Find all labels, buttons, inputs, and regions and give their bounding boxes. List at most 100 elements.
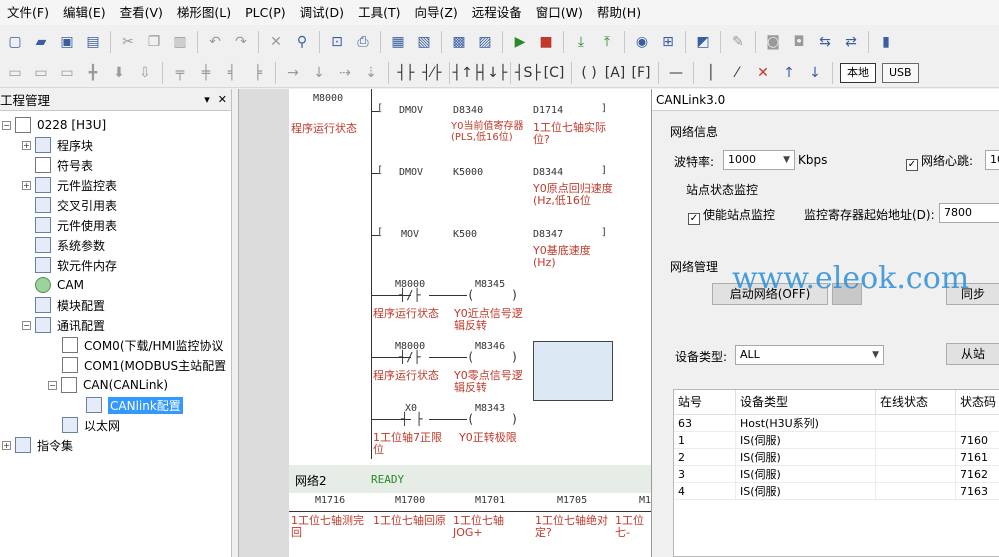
delete-line-icon[interactable]: ✕ (751, 61, 775, 85)
branch-2-icon[interactable]: ╪ (194, 61, 218, 85)
down-arrow-icon[interactable]: ↓ (803, 61, 827, 85)
selection-box[interactable] (533, 341, 613, 401)
operand[interactable]: D8344 (533, 167, 563, 178)
monitor-address-input[interactable]: 7800 (939, 203, 999, 223)
nc-contact-icon[interactable]: ┤⁄├ (420, 61, 444, 85)
pin-icon[interactable]: ▾ (204, 93, 210, 106)
menu-view[interactable]: 查看(V) (113, 0, 170, 25)
branch-3-icon[interactable]: ╡ (220, 61, 244, 85)
table-row[interactable]: 63 Host(H3U系列) (674, 415, 999, 432)
coil-address[interactable]: M8343 (475, 403, 505, 414)
column-header-online[interactable]: 在线状态 (876, 390, 956, 415)
set-contact-icon[interactable]: ┤S├ (515, 61, 541, 85)
coil-icon[interactable]: ) (511, 288, 518, 302)
cut-icon[interactable]: ✂ (116, 30, 140, 54)
slave-button[interactable]: 从站 (946, 343, 999, 365)
operand[interactable]: D8347 (533, 229, 563, 240)
vline-draw-icon[interactable]: │ (699, 61, 723, 85)
instruction-opcode[interactable]: DMOV (399, 105, 423, 116)
menu-remote[interactable]: 远程设备 (465, 0, 529, 25)
instruction-opcode[interactable]: MOV (401, 229, 419, 240)
compile-icon[interactable]: ▩ (447, 30, 471, 54)
table-row[interactable]: 2 IS(伺服) 7161 (674, 449, 999, 466)
no-contact-icon[interactable]: ┤├ (394, 61, 418, 85)
contact-address[interactable]: M1700 (395, 495, 425, 506)
collapse-icon[interactable]: − (2, 120, 11, 130)
hline-icon[interactable]: → (281, 61, 305, 85)
coil-icon[interactable]: ( (467, 350, 474, 364)
checkbox-icon[interactable]: ✓ (906, 159, 918, 171)
coil-icon[interactable]: ) (511, 350, 518, 364)
usb-button[interactable]: USB (882, 62, 919, 83)
delete-icon[interactable]: ✕ (264, 30, 288, 54)
symbol-icon[interactable]: ▭ (55, 61, 79, 85)
local-button[interactable]: 本地 (840, 62, 876, 83)
camera-settings-icon[interactable]: ◘ (787, 30, 811, 54)
menu-file[interactable]: 文件(F) (0, 0, 56, 25)
column-header-device-type[interactable]: 设备类型 (736, 390, 876, 415)
arrow-down-icon[interactable]: ⬇ (107, 61, 131, 85)
contact-address[interactable]: M1716 (315, 495, 345, 506)
invert-icon[interactable]: ⁄ (725, 61, 749, 85)
tree-item-cam[interactable]: CAM (35, 275, 84, 295)
insert-row-icon[interactable]: ╋ (81, 61, 105, 85)
menu-debug[interactable]: 调试(D) (293, 0, 351, 25)
edit-monitor-icon[interactable]: ◩ (691, 30, 715, 54)
hline-draw-icon[interactable]: — (664, 61, 688, 85)
instruction-opcode[interactable]: DMOV (399, 167, 423, 178)
vline-del-icon[interactable]: ⇣ (359, 61, 383, 85)
tree-item-program-blocks[interactable]: + 程序块 (22, 135, 93, 155)
column-header-station[interactable]: 站号 (674, 390, 736, 415)
vline-icon[interactable]: ↓ (307, 61, 331, 85)
collapse-icon[interactable]: − (22, 320, 31, 330)
rising-contact-icon[interactable]: ┤↑├ (453, 61, 482, 85)
arrow-down-outline-icon[interactable]: ⇩ (133, 61, 157, 85)
transfer-out-icon[interactable]: ⇄ (839, 30, 863, 54)
open-folder-icon[interactable]: ▰ (29, 30, 53, 54)
tree-item-element-usage[interactable]: 元件使用表 (35, 215, 117, 235)
operand[interactable]: D8340 (453, 105, 483, 116)
heartbeat-input[interactable]: 10 (985, 150, 999, 170)
apply-instruction-icon[interactable]: [A] (603, 61, 627, 85)
column-header-status-code[interactable]: 状态码 (956, 390, 999, 415)
paste-icon[interactable]: ▥ (168, 30, 192, 54)
undo-icon[interactable]: ↶ (203, 30, 227, 54)
tree-item-system-params[interactable]: 系统参数 (35, 235, 105, 255)
menu-window[interactable]: 窗口(W) (529, 0, 590, 25)
new-file-icon[interactable]: ▢ (3, 30, 27, 54)
pen-icon[interactable]: ✎ (726, 30, 750, 54)
no-contact-icon[interactable]: ┤ ├ (401, 412, 423, 426)
branch-4-icon[interactable]: ╞ (246, 61, 270, 85)
table-row[interactable]: 3 IS(伺服) 7162 (674, 466, 999, 483)
nc-contact-icon[interactable]: ┤/├ (399, 288, 421, 302)
expand-icon[interactable]: + (22, 180, 31, 190)
nc-contact-icon[interactable]: ┤/├ (399, 350, 421, 364)
coil-icon[interactable]: ( ) (577, 61, 601, 85)
hline-del-icon[interactable]: ⇢ (333, 61, 357, 85)
operand[interactable]: D1714 (533, 105, 563, 116)
device-type-select[interactable]: ALL ▼ (735, 345, 884, 365)
tree-item-comm-config[interactable]: − 通讯配置 (22, 315, 105, 335)
tree-item-cross-reference[interactable]: 交叉引用表 (35, 195, 117, 215)
contact-address[interactable]: M1705 (557, 495, 587, 506)
operand[interactable]: K500 (453, 229, 477, 240)
tree-item-canlink-config[interactable]: CANlink配置 (86, 395, 183, 415)
coil-compare-icon[interactable]: [C] (542, 61, 566, 85)
find-icon[interactable]: ⚲ (290, 30, 314, 54)
tree-root[interactable]: − 0228 [H3U] (2, 115, 106, 135)
checkbox-icon[interactable]: ✓ (688, 213, 700, 225)
operand[interactable]: K5000 (453, 167, 483, 178)
compile-all-icon[interactable]: ▨ (473, 30, 497, 54)
tree-item-soft-memory[interactable]: 软元件内存 (35, 255, 117, 275)
tree-item-ethernet[interactable]: 以太网 (62, 415, 120, 435)
redo-icon[interactable]: ↷ (229, 30, 253, 54)
tree-item-module-config[interactable]: 模块配置 (35, 295, 105, 315)
camera-icon[interactable]: ◙ (761, 30, 785, 54)
coil-address[interactable]: M8345 (475, 279, 505, 290)
expand-icon[interactable]: + (22, 140, 31, 150)
network-header[interactable]: 网络2 READY (289, 465, 652, 493)
close-icon[interactable]: ✕ (218, 93, 227, 106)
ladder-editor[interactable]: M8000 程序运行状态 [ DMOV D8340 D1714 ] Y0当前值寄… (238, 89, 652, 557)
tree-item-com1[interactable]: COM1(MODBUS主站配置 (62, 355, 226, 375)
branch-icon[interactable]: ╤ (168, 61, 192, 85)
